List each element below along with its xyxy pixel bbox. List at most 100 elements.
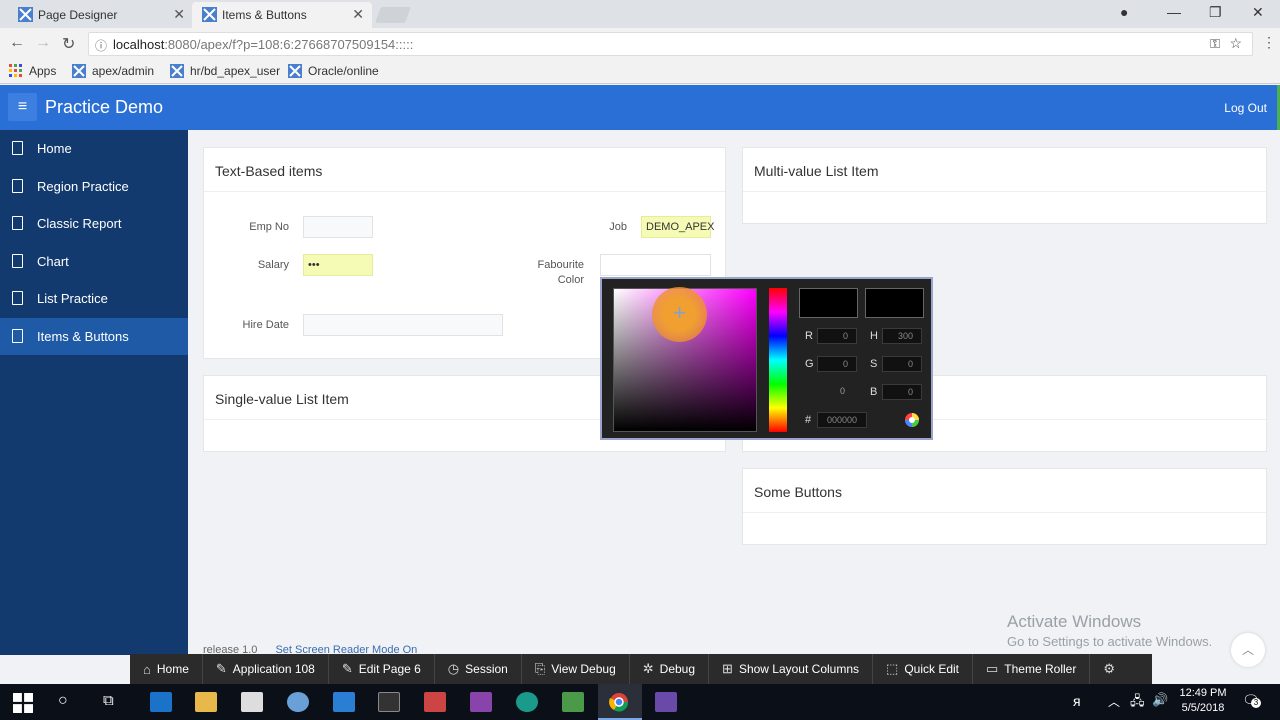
forward-icon[interactable]: → [35,34,51,52]
bug-icon: ✲ [642,661,654,676]
page-icon [12,253,23,268]
salary-input[interactable]: ••• [303,254,373,276]
dev-application-button[interactable]: ✎ Application 108 [203,654,329,684]
h-input[interactable]: 300 [882,328,922,344]
app-title[interactable]: Practice Demo [45,97,163,118]
logout-link[interactable]: Log Out [1224,101,1267,115]
sidebar-item-label: Chart [37,253,69,269]
clock-date: 5/5/2018 [1181,702,1225,714]
bookmark-hr-user[interactable]: hr/bd_apex_user [170,64,280,78]
sidebar-item-classic-report[interactable]: Classic Report [0,205,188,243]
b-input[interactable]: 0 [882,384,922,400]
sidebar-item-home[interactable]: Home [0,130,188,168]
page-icon [12,216,23,230]
dev-home-button[interactable]: ⌂ Home [130,654,203,684]
edge-browser-icon[interactable] [150,692,172,712]
sidebar-item-list-practice[interactable]: List Practice [0,280,188,318]
clock-icon: ◷ [447,661,460,676]
close-tab-icon[interactable]: ✕ [173,6,185,23]
bookmark-apps[interactable]: Apps [9,64,56,78]
scroll-to-top-button[interactable]: ︿ [1231,633,1265,667]
notification-center-icon[interactable]: 🗨3 [1242,692,1261,709]
new-tab-button[interactable] [375,7,411,23]
tab-label: Items & Buttons [222,8,307,22]
store-icon[interactable] [333,692,355,712]
close-window-icon[interactable]: ✕ [1252,4,1264,21]
s-label: S [870,358,878,370]
volume-icon[interactable]: 🔊 [1152,692,1168,708]
back-icon[interactable]: ← [9,34,25,52]
url-host: localhost [113,36,165,52]
dev-theme-roller-button[interactable]: ▭ Theme Roller [973,654,1091,684]
apex-icon [170,64,184,78]
mail-icon[interactable] [241,692,263,712]
windows-start-icon[interactable] [12,693,34,713]
network-icon[interactable]: 🖧 [1130,692,1145,714]
dev-session-button[interactable]: ◷ Session [435,654,522,684]
minimize-icon[interactable]: — [1167,4,1181,20]
hex-input[interactable]: 000000 [817,412,867,428]
bookmark-star-icon[interactable]: ☆ [1229,35,1242,52]
region-multi-value-list: Multi-value List Item [742,147,1267,224]
hire-date-input[interactable] [303,314,503,336]
r-label: R [805,330,813,342]
url-input[interactable]: ⓘ localhost:8080/apex/f?p=108:6:27668707… [88,32,1253,56]
edit-icon: ✎ [215,661,227,676]
gear-icon: ⚙ [1103,661,1115,676]
browser-menu-icon[interactable]: ⋮ [1262,34,1276,51]
s-input[interactable]: 0 [882,356,922,372]
search-circle-icon[interactable]: ○ [58,692,68,710]
sidebar-item-items-buttons[interactable]: Items & Buttons [0,317,188,355]
bookmark-oracle-online[interactable]: Oracle/online [288,64,379,78]
app-header: ≡ Practice Demo Log Out [0,85,1280,130]
reload-icon[interactable]: ↻ [62,34,75,54]
app-icon-green[interactable] [562,692,584,712]
apex-icon [288,64,302,78]
app-icon-teal[interactable] [516,692,538,712]
bookmark-apex-admin[interactable]: apex/admin [72,64,154,78]
tab-page-designer[interactable]: Page Designer ✕ [8,2,193,28]
dev-settings-button[interactable]: ⚙ [1090,654,1128,684]
task-view-icon[interactable]: ⧉ [103,692,114,709]
info-icon[interactable]: ⓘ [95,37,107,54]
fav-color-input[interactable] [600,254,711,276]
address-bar-row: ← → ↻ ⓘ localhost:8080/apex/f?p=108:6:27… [0,28,1280,60]
g-input[interactable]: 0 [817,356,857,372]
dev-edit-page-button[interactable]: ✎ Edit Page 6 [329,654,435,684]
hamburger-menu-icon[interactable]: ≡ [8,93,37,121]
restore-icon[interactable]: ❐ [1209,4,1222,21]
region-title: Some Buttons [743,469,1266,513]
dev-layout-columns-button[interactable]: ⊞ Show Layout Columns [709,654,874,684]
app-icon-red[interactable] [424,692,446,712]
chrome-active-task[interactable] [598,684,642,720]
people-icon[interactable]: ᴙ [1073,693,1081,709]
dev-debug-button[interactable]: ✲ Debug [630,654,710,684]
file-explorer-icon[interactable] [195,692,217,712]
page-icon [12,178,23,193]
app-icon-violet[interactable] [655,692,677,712]
emp-no-input[interactable] [303,216,373,238]
key-icon[interactable]: ⚿ [1210,36,1220,52]
hue-slider[interactable] [769,288,787,432]
close-tab-icon[interactable]: ✕ [352,6,364,23]
quick-edit-icon: ⬚ [886,661,899,676]
clock-area[interactable]: 12:49 PM 5/5/2018 [1174,687,1232,714]
dev-label: Home [156,662,189,676]
dev-quick-edit-button[interactable]: ⬚ Quick Edit [873,654,973,684]
app-icon-purple[interactable] [470,692,492,712]
job-input[interactable]: DEMO_APEX [641,216,714,238]
terminal-icon[interactable] [378,692,400,712]
profile-icon[interactable]: ● [1120,4,1128,20]
sidebar-item-region-practice[interactable]: Region Practice [0,168,188,206]
sidebar-item-chart[interactable]: Chart [0,243,188,281]
dev-view-debug-button[interactable]: ⎘ View Debug [522,654,630,684]
tray-chevron-icon[interactable]: ︿ [1108,693,1120,710]
paint-roller-icon: ▭ [986,661,999,676]
tab-items-buttons[interactable]: Items & Buttons ✕ [192,2,372,28]
sidebar-item-label: Items & Buttons [37,328,129,344]
b-label: B [870,386,878,398]
color-wheel-icon[interactable] [904,412,920,428]
r-input[interactable]: 0 [817,328,857,344]
settings-app-icon[interactable] [287,692,309,712]
tab-label: Page Designer [38,8,118,22]
